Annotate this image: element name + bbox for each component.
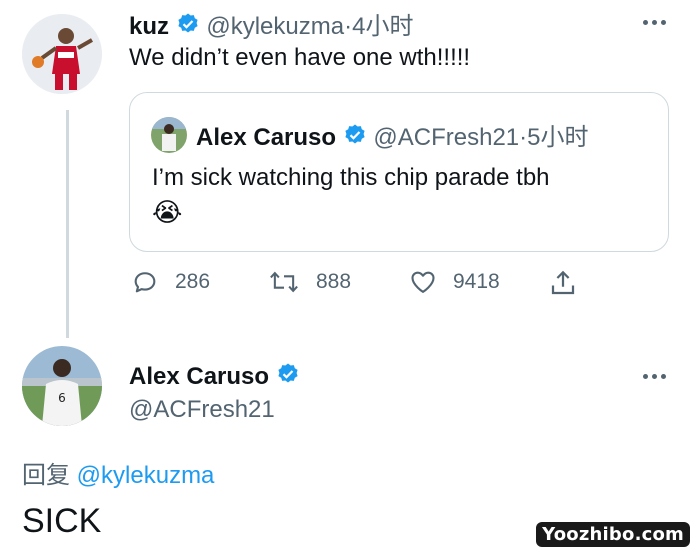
reply-button[interactable]: 286: [131, 268, 210, 296]
quote-text: I’m sick watching this chip parade tbh: [152, 164, 550, 191]
verified-badge-icon: [276, 362, 300, 393]
reply-count: 286: [175, 270, 211, 293]
quote-header: Alex Caruso @ACFresh21·5小时: [196, 117, 589, 154]
retweet-button[interactable]: 888: [268, 268, 351, 296]
reply-context: 回复 @kylekuzma: [22, 455, 214, 490]
avatar-kuz[interactable]: [22, 14, 102, 94]
quote-time[interactable]: 5小时: [527, 124, 588, 151]
like-button[interactable]: 9418: [409, 268, 500, 296]
avatar-caruso-small[interactable]: [151, 117, 187, 153]
separator-dot: ·: [344, 13, 353, 40]
separator-dot: ·: [519, 124, 528, 151]
watermark: Yoozhibo.com: [536, 522, 690, 547]
tweet2-text: SICK: [22, 502, 102, 540]
heart-icon: [411, 271, 435, 293]
author-handle[interactable]: @ACFresh21: [129, 396, 275, 424]
more-options-icon[interactable]: [643, 374, 666, 379]
thread-line: [66, 110, 69, 338]
more-options-icon[interactable]: [643, 20, 666, 25]
reply-prefix: 回复: [22, 462, 70, 489]
verified-badge-icon: [343, 123, 367, 154]
share-button[interactable]: [548, 268, 578, 298]
svg-text:6: 6: [58, 391, 66, 405]
verified-badge-icon: [176, 12, 200, 43]
reply-icon: [134, 272, 156, 293]
quote-author-handle[interactable]: @ACFresh21: [373, 124, 519, 151]
crying-emoji: 😭: [152, 198, 183, 228]
avatar-caruso[interactable]: 6: [22, 346, 102, 426]
reply-mention-link[interactable]: @kylekuzma: [77, 462, 215, 489]
tweet1-text: We didn’t even have one wth!!!!!: [129, 44, 471, 71]
tweet-time[interactable]: 4小时: [352, 13, 413, 40]
author-name[interactable]: Alex Caruso: [129, 363, 269, 390]
author-handle[interactable]: @kylekuzma: [206, 13, 344, 40]
author-name[interactable]: kuz: [129, 13, 169, 40]
retweet-icon: [270, 271, 298, 293]
like-count: 9418: [453, 270, 500, 293]
retweet-count: 888: [316, 270, 352, 293]
tweet1-header: kuz @kylekuzma·4小时: [129, 6, 413, 43]
share-icon: [551, 270, 575, 295]
quote-author-name[interactable]: Alex Caruso: [196, 124, 336, 151]
tweet2-header: Alex Caruso: [129, 362, 300, 393]
